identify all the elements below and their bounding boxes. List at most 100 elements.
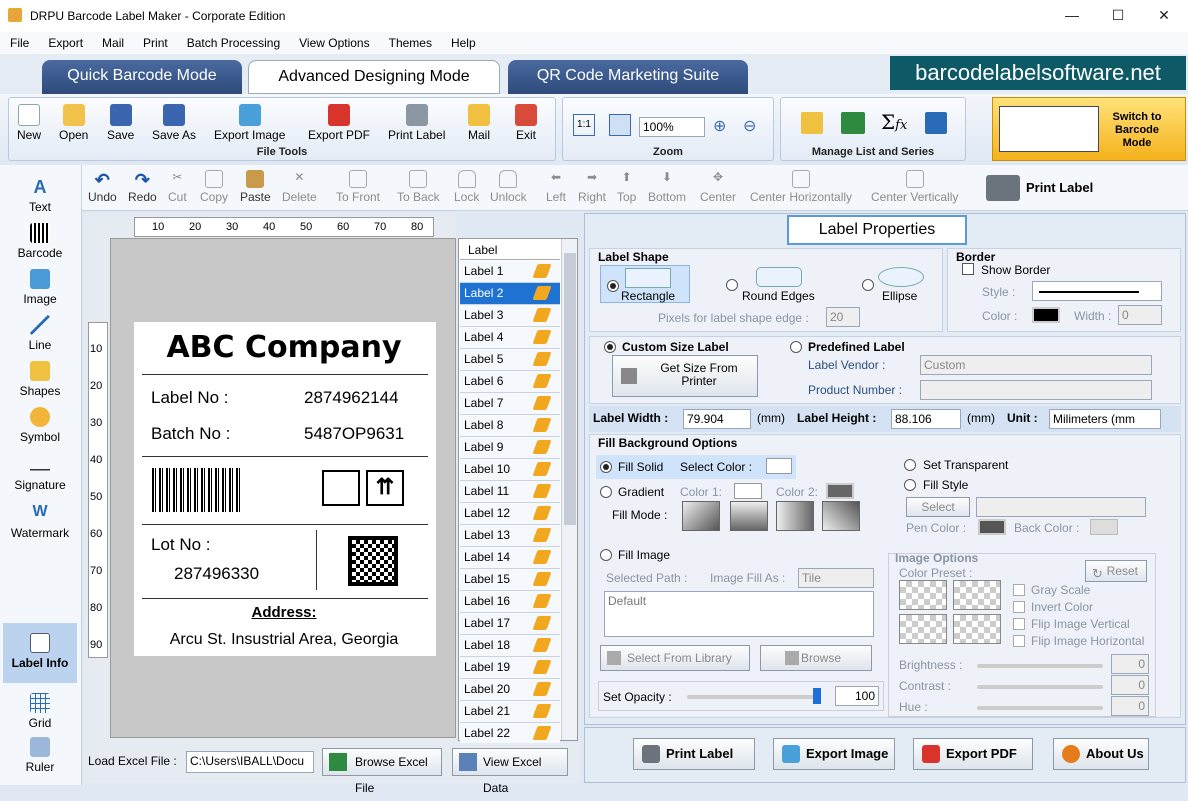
unit-select[interactable]: Milimeters (mm <box>1049 409 1161 429</box>
actual-size-icon[interactable]: 1:1 <box>573 114 595 136</box>
excel-path-input[interactable]: C:\Users\IBALL\Docu <box>186 751 314 773</box>
export-pdf-button[interactable]: Export PDF <box>308 104 370 142</box>
zoom-in-icon[interactable]: ⊕ <box>713 116 726 136</box>
edit-pencil-icon[interactable] <box>532 484 552 498</box>
edit-pencil-icon[interactable] <box>532 660 552 674</box>
fill-style-select[interactable] <box>976 497 1146 517</box>
ellipse-radio[interactable] <box>862 279 874 291</box>
batch-no-value[interactable]: 5487OP9631 <box>304 424 404 444</box>
print-label-button[interactable]: Print Label <box>388 104 445 142</box>
back-color-swatch[interactable] <box>1090 519 1118 535</box>
edit-pencil-icon[interactable] <box>532 704 552 718</box>
predefined-label-radio[interactable] <box>790 341 802 353</box>
label-list-item[interactable]: Label 15 <box>460 569 560 591</box>
edit-pencil-icon[interactable] <box>532 330 552 344</box>
round-edges-radio[interactable] <box>726 279 738 291</box>
label-design[interactable]: ABC Company Label No : 2874962144 Batch … <box>134 322 436 656</box>
label-list-item[interactable]: Label 2 <box>460 283 560 305</box>
label-list-item[interactable]: Label 1 <box>460 261 560 283</box>
hue-value[interactable]: 0 <box>1111 696 1149 716</box>
save-as-button[interactable]: Save As <box>152 104 196 142</box>
address-value[interactable]: Arcu St. Insustrial Area, Georgia <box>134 631 434 649</box>
excel-series-icon[interactable] <box>841 112 865 134</box>
label-list-item[interactable]: Label 4 <box>460 327 560 349</box>
sigma-fx-icon[interactable]: Σfx <box>881 110 907 134</box>
flip-vertical-checkbox[interactable] <box>1013 618 1025 630</box>
label-list-item[interactable]: Label 18 <box>460 635 560 657</box>
tool-line[interactable]: Line <box>3 315 77 352</box>
color2-swatch[interactable] <box>826 483 854 499</box>
edit-pencil-icon[interactable] <box>532 638 552 652</box>
align-left-button[interactable]: ⬅ Left <box>546 170 566 204</box>
menu-file[interactable]: File <box>0 32 38 50</box>
minimize-icon[interactable]: — <box>1049 0 1095 30</box>
barcode-image[interactable] <box>152 468 242 512</box>
label-height-input[interactable]: 88.106 <box>891 409 961 429</box>
export-image-button[interactable]: Export Image <box>214 104 285 142</box>
label-list-item[interactable]: Label 9 <box>460 437 560 459</box>
company-name[interactable]: ABC Company <box>134 330 434 365</box>
edit-pencil-icon[interactable] <box>532 682 552 696</box>
maximize-icon[interactable]: ☐ <box>1095 0 1141 30</box>
opacity-input[interactable]: 100 <box>835 686 879 706</box>
flip-horizontal-checkbox[interactable] <box>1013 635 1025 647</box>
label-no-caption[interactable]: Label No : <box>151 388 229 408</box>
reset-button[interactable]: ↻ Reset <box>1085 560 1147 582</box>
pixels-input[interactable]: 20 <box>826 307 860 327</box>
delete-button[interactable]: ✕ Delete <box>282 170 317 204</box>
contrast-value[interactable]: 0 <box>1111 675 1149 695</box>
preset-4[interactable] <box>953 614 1001 644</box>
lot-no-value[interactable]: 287496330 <box>174 564 259 584</box>
fragile-symbol-icon[interactable] <box>322 470 360 506</box>
redo-button[interactable]: ↷ Redo <box>128 170 157 204</box>
fill-mode-2[interactable] <box>730 501 768 531</box>
open-button[interactable]: Open <box>59 104 88 142</box>
preset-3[interactable] <box>899 614 947 644</box>
fit-icon[interactable] <box>609 114 631 136</box>
browse-image-button[interactable]: Browse <box>760 645 872 671</box>
edit-pencil-icon[interactable] <box>532 286 552 300</box>
label-no-value[interactable]: 2874962144 <box>304 388 399 408</box>
edit-pencil-icon[interactable] <box>532 396 552 410</box>
gradient-radio[interactable] <box>600 486 612 498</box>
tool-watermark[interactable]: W Watermark <box>3 503 77 540</box>
label-list-item[interactable]: Label 19 <box>460 657 560 679</box>
shape-rectangle-option[interactable]: Rectangle <box>600 265 690 303</box>
fill-solid-row[interactable]: Fill Solid Select Color : <box>596 455 796 479</box>
set-transparent-radio[interactable] <box>904 459 916 471</box>
edit-pencil-icon[interactable] <box>532 528 552 542</box>
tool-grid[interactable]: Grid <box>3 693 77 730</box>
label-list-item[interactable]: Label 12 <box>460 503 560 525</box>
tool-image[interactable]: Image <box>3 269 77 306</box>
edit-pencil-icon[interactable] <box>532 616 552 630</box>
fill-mode-1[interactable] <box>682 501 720 531</box>
border-style-select[interactable] <box>1032 281 1162 301</box>
border-width-input[interactable]: 0 <box>1118 305 1162 325</box>
label-list-item[interactable]: Label 16 <box>460 591 560 613</box>
get-size-from-printer-button[interactable]: Get Size From Printer <box>612 355 758 397</box>
fill-style-select-button[interactable]: Select <box>906 497 970 517</box>
menu-print[interactable]: Print <box>133 32 177 50</box>
to-front-button[interactable]: To Front <box>336 170 380 204</box>
edit-pencil-icon[interactable] <box>532 418 552 432</box>
opacity-slider[interactable] <box>687 695 819 699</box>
zoom-out-icon[interactable]: ⊖ <box>743 116 756 136</box>
about-us-button[interactable]: About Us <box>1053 738 1149 770</box>
edit-pencil-icon[interactable] <box>532 374 552 388</box>
qr-code-image[interactable] <box>348 536 398 586</box>
fill-mode-4[interactable] <box>822 501 860 531</box>
tab-quick-barcode[interactable]: Quick Barcode Mode <box>42 60 242 94</box>
image-fill-as-select[interactable]: Tile <box>798 568 874 588</box>
to-back-button[interactable]: To Back <box>397 170 440 204</box>
label-list-item[interactable]: Label 6 <box>460 371 560 393</box>
zoom-select[interactable]: 100% <box>639 117 705 137</box>
edit-pencil-icon[interactable] <box>532 572 552 586</box>
tab-advanced-designing[interactable]: Advanced Designing Mode <box>248 60 500 94</box>
save-button[interactable]: Save <box>107 104 134 142</box>
label-list-item[interactable]: Label 17 <box>460 613 560 635</box>
tool-text[interactable]: A Text <box>3 177 77 214</box>
label-list-item[interactable]: Label 14 <box>460 547 560 569</box>
label-list-item[interactable]: Label 22 <box>460 723 560 745</box>
menu-themes[interactable]: Themes <box>379 32 441 50</box>
center-button[interactable]: ✥ Center <box>700 170 736 204</box>
